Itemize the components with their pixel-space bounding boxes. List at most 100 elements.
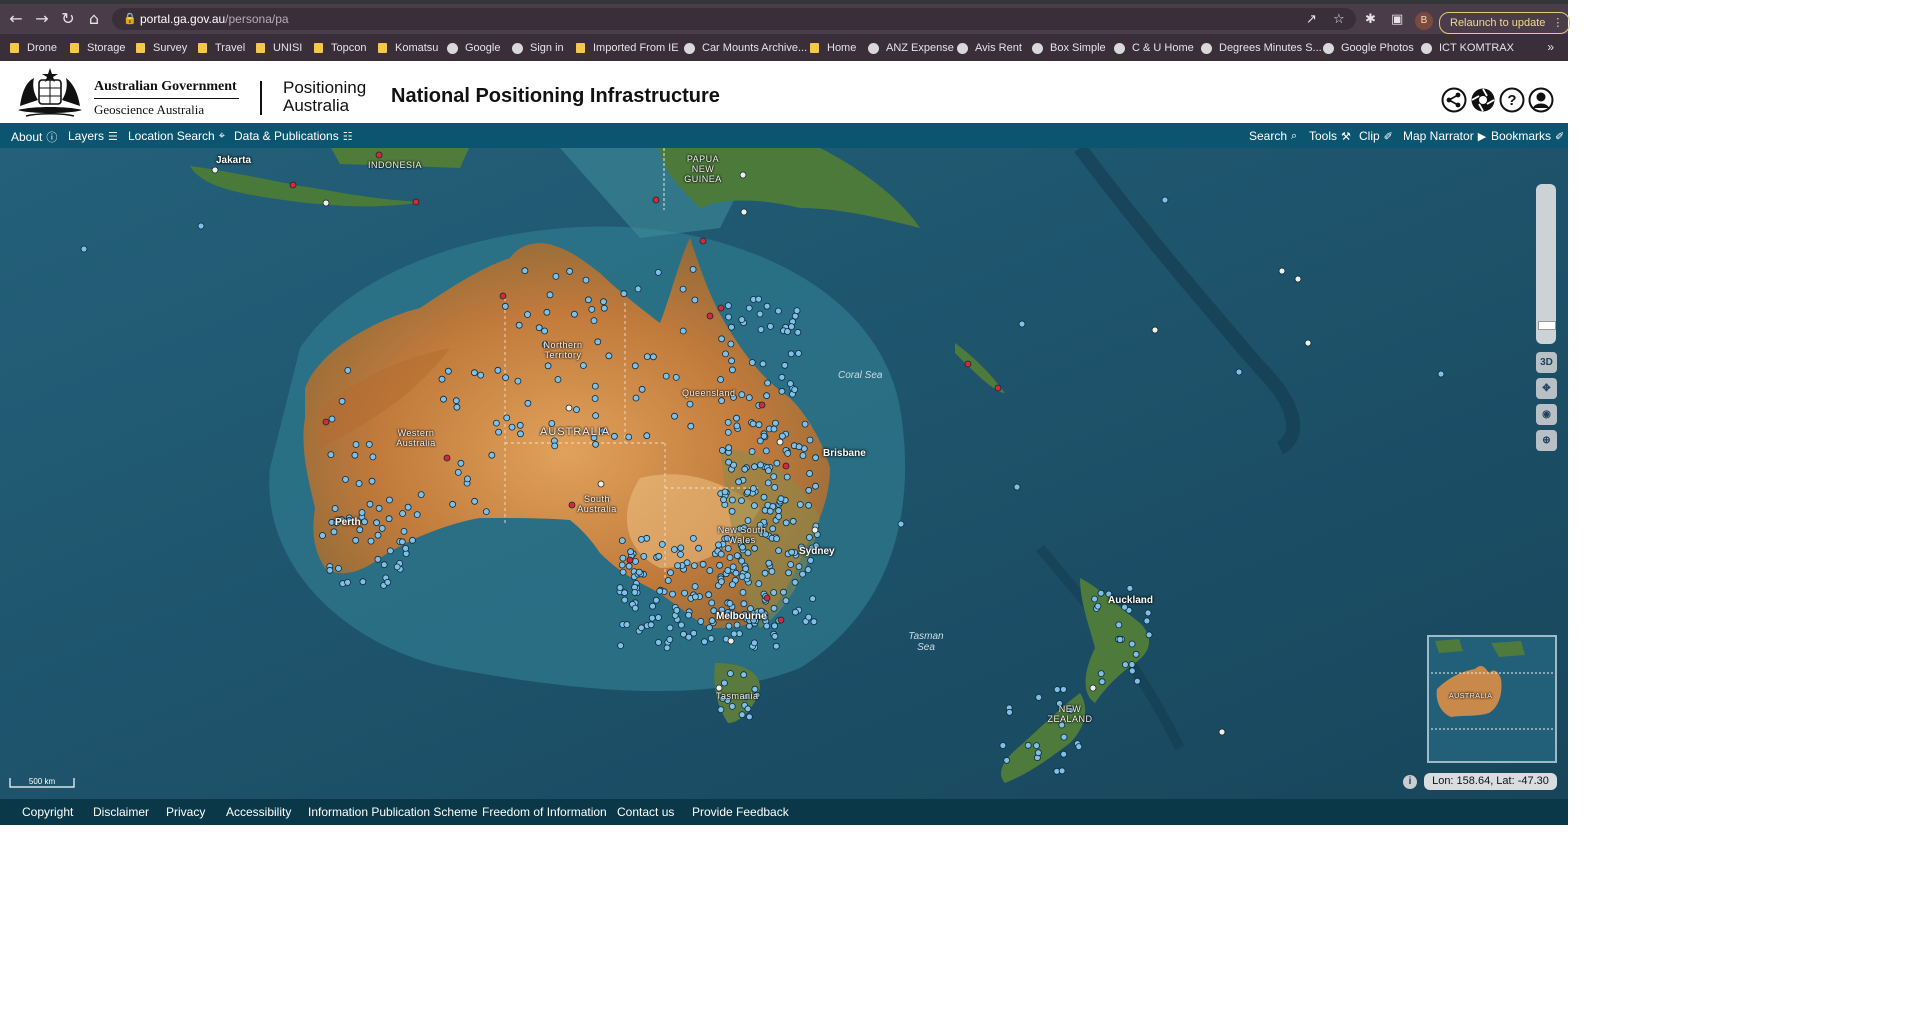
gnss-station-marker[interactable]: [638, 624, 645, 632]
gnss-station-marker[interactable]: [367, 537, 375, 545]
bookmark-2[interactable]: Survey: [136, 41, 187, 55]
menu-clip[interactable]: Clip ✐: [1359, 129, 1393, 143]
gnss-station-marker[interactable]: [733, 621, 741, 629]
gnss-station-marker[interactable]: [386, 547, 394, 555]
gnss-station-marker[interactable]: [617, 642, 624, 650]
gnss-station-marker[interactable]: [477, 371, 485, 379]
gnss-station-marker[interactable]: [795, 349, 802, 357]
bookmark-12[interactable]: ANZ Expense: [868, 41, 954, 55]
gnss-station-marker[interactable]: [738, 316, 746, 324]
gnss-station-marker[interactable]: [1060, 750, 1068, 758]
gnss-station-marker[interactable]: [706, 567, 714, 574]
gnss-station-marker[interactable]: [771, 622, 778, 630]
gnss-station-marker[interactable]: [494, 366, 502, 374]
gnss-station-marker[interactable]: [755, 421, 763, 429]
gnss-station-marker[interactable]: [751, 639, 758, 647]
gnss-station-marker[interactable]: [544, 362, 552, 370]
gnss-station-marker[interactable]: [677, 544, 685, 552]
gnss-station-marker[interactable]: [691, 562, 698, 570]
gnss-station-marker[interactable]: [767, 322, 774, 330]
gnss-station-marker[interactable]: [745, 394, 753, 402]
gnss-station-marker[interactable]: [620, 290, 628, 298]
gnss-station-marker[interactable]: [551, 442, 559, 450]
gnss-station-marker[interactable]: [1035, 749, 1042, 757]
gnss-station-marker[interactable]: [374, 555, 382, 563]
url-text[interactable]: portal.ga.gov.au/persona/pa: [140, 12, 289, 26]
gnss-station-marker[interactable]: [782, 597, 790, 605]
gnss-station-marker[interactable]: [417, 491, 425, 499]
gnss-station-marker[interactable]: [552, 272, 560, 280]
gnss-station-marker[interactable]: [375, 504, 383, 512]
gnss-station-marker[interactable]: [897, 520, 905, 528]
bookmark-14[interactable]: Box Simple: [1032, 41, 1106, 55]
gnss-station-marker[interactable]: [785, 569, 792, 577]
share-circle-icon[interactable]: [1441, 87, 1467, 113]
gnss-station-marker[interactable]: [671, 546, 678, 553]
gnss-station-marker[interactable]: [631, 588, 639, 596]
gnss-station-marker[interactable]: [588, 305, 596, 313]
gnss-station-marker[interactable]: [1133, 677, 1141, 685]
gnss-station-marker[interactable]: [706, 624, 713, 632]
gnss-station-marker[interactable]: [801, 420, 809, 428]
gnss-station-marker[interactable]: [1294, 275, 1302, 283]
help-icon[interactable]: ?: [1499, 87, 1525, 113]
extensions-icon[interactable]: ✱: [1365, 12, 1376, 27]
gnss-station-marker[interactable]: [1235, 368, 1243, 376]
gnss-station-marker[interactable]: [708, 617, 716, 625]
gnss-station-marker[interactable]: [771, 632, 779, 640]
gnss-station-marker[interactable]: [1126, 584, 1134, 592]
gnss-station-marker[interactable]: [779, 432, 786, 440]
gnss-station-marker[interactable]: [508, 423, 516, 431]
footer-link[interactable]: Disclaimer: [93, 805, 149, 819]
gnss-station-marker[interactable]: [404, 503, 412, 511]
gnss-station-marker[interactable]: [761, 569, 769, 577]
footer-link[interactable]: Information Publication Scheme: [308, 805, 477, 819]
gnss-station-marker[interactable]: [758, 401, 766, 409]
gnss-station-marker[interactable]: [772, 419, 779, 427]
gnss-station-marker[interactable]: [1132, 650, 1140, 658]
gnss-station-marker[interactable]: [760, 493, 768, 501]
gnss-station-marker[interactable]: [666, 624, 674, 632]
gnss-station-marker[interactable]: [546, 291, 554, 299]
gnss-station-marker[interactable]: [695, 544, 702, 552]
gnss-station-marker[interactable]: [368, 477, 376, 485]
reload-icon[interactable]: ↻: [56, 8, 80, 30]
gnss-station-marker[interactable]: [759, 360, 767, 368]
bookmark-18[interactable]: ICT KOMTRAX: [1421, 41, 1514, 55]
gnss-station-marker[interactable]: [795, 443, 803, 451]
gnss-station-marker[interactable]: [566, 267, 573, 275]
gnss-station-marker[interactable]: [638, 385, 646, 393]
overview-map[interactable]: AUSTRALIA: [1427, 635, 1557, 763]
gnss-station-marker[interactable]: [729, 581, 736, 589]
gnss-station-marker[interactable]: [662, 372, 670, 380]
gnss-station-marker[interactable]: [733, 414, 740, 422]
gnss-station-marker[interactable]: [1437, 370, 1445, 378]
gnss-station-marker[interactable]: [591, 395, 599, 402]
forward-arrow-icon[interactable]: →: [30, 8, 54, 30]
gnss-station-marker[interactable]: [597, 480, 605, 488]
gnss-station-marker[interactable]: [1098, 678, 1106, 686]
gnss-station-marker[interactable]: [770, 604, 778, 612]
gnss-station-marker[interactable]: [741, 465, 749, 473]
gnss-station-marker[interactable]: [810, 618, 818, 626]
gnss-station-marker[interactable]: [809, 595, 817, 603]
gnss-station-marker[interactable]: [686, 400, 694, 408]
zoom-slider-thumb[interactable]: [1538, 321, 1556, 330]
gnss-station-marker[interactable]: [1035, 694, 1043, 701]
globe-icon[interactable]: ◉: [1536, 404, 1557, 425]
gnss-station-marker[interactable]: [1161, 196, 1169, 204]
gnss-station-marker[interactable]: [706, 312, 714, 320]
gnss-station-marker[interactable]: [738, 573, 746, 581]
gnss-station-marker[interactable]: [1128, 661, 1136, 668]
gnss-station-marker[interactable]: [726, 554, 734, 561]
footer-link[interactable]: Provide Feedback: [692, 805, 789, 819]
gnss-station-marker[interactable]: [764, 379, 771, 387]
gnss-station-marker[interactable]: [492, 419, 500, 427]
gnss-station-marker[interactable]: [1116, 636, 1124, 643]
gnss-station-marker[interactable]: [717, 550, 725, 558]
gnss-station-marker[interactable]: [791, 312, 799, 320]
bookmark-8[interactable]: Sign in: [512, 41, 564, 55]
gnss-station-marker[interactable]: [543, 308, 551, 316]
gnss-station-marker[interactable]: [1144, 609, 1152, 617]
gnss-station-marker[interactable]: [678, 621, 685, 629]
